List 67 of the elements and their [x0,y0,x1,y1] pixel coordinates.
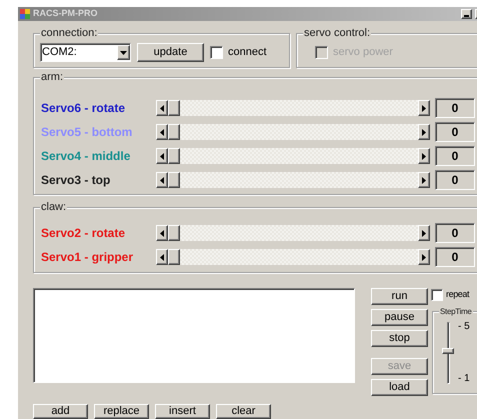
scroll-thumb[interactable] [168,100,180,116]
scroll-right-button[interactable] [418,225,430,241]
scroll-thumb[interactable] [168,172,180,188]
step-time-slider[interactable] [442,322,454,384]
left-arrow-icon [160,152,164,160]
scroll-right-button[interactable] [418,124,430,140]
slider-thumb[interactable] [442,348,454,354]
sequence-list[interactable] [33,288,355,383]
servo-label: Servo6 - rotate [41,100,126,117]
checkbox-label: connect [228,45,267,60]
button[interactable]: replace [94,404,149,419]
scroll-thumb[interactable] [168,249,180,265]
right-arrow-icon [422,128,426,136]
button[interactable]: stop [371,330,428,347]
right-arrow-icon [422,152,426,160]
port-dropdown[interactable]: COM2: [40,43,131,62]
servo-value: 0 [435,223,475,243]
left-arrow-icon [160,254,164,260]
button[interactable]: load [371,379,428,396]
port-value: COM2: [41,45,78,60]
dropdown-button[interactable] [117,45,130,60]
right-arrow-icon [422,104,426,112]
servo-value: 0 [435,122,475,142]
scroll-right-button[interactable] [418,172,430,188]
right-arrow-icon [422,254,426,260]
servo-label: Servo1 - gripper [41,249,134,266]
tick-label: - 1 [458,374,470,384]
scroll-thumb[interactable] [168,225,180,241]
left-arrow-icon [160,104,164,112]
minimize-button[interactable] [461,9,472,19]
scroll-right-button[interactable] [418,249,430,265]
app-icon [20,9,30,19]
checkbox[interactable] [210,46,223,59]
button[interactable]: insert [155,404,210,419]
servo-label: Servo4 - middle [41,148,132,165]
scroll-left-button[interactable] [156,148,168,164]
button[interactable]: update [137,43,204,62]
button[interactable]: run [371,288,428,305]
servo-label: Servo5 - bottom [41,124,134,141]
button[interactable]: pause [371,309,428,326]
scroll-thumb[interactable] [168,124,180,140]
button[interactable]: add [33,404,88,419]
tick-label: - 5 [458,322,470,332]
servo-value: 0 [435,170,475,190]
left-arrow-icon [160,176,164,184]
servo-label: Servo2 - rotate [41,225,126,242]
scroll-left-button[interactable] [156,225,168,241]
servo-value: 0 [435,146,475,166]
servo-value: 0 [435,98,475,118]
servo-label: Servo3 - top [41,172,112,189]
button[interactable]: clear [216,404,271,419]
scroll-left-button[interactable] [156,100,168,116]
left-arrow-icon [160,128,164,136]
right-arrow-icon [422,176,426,184]
right-arrow-icon [422,230,426,236]
scroll-right-button[interactable] [418,100,430,116]
window-title: RACS-PM-PRO [33,7,98,20]
scroll-left-button[interactable] [156,249,168,265]
scroll-thumb[interactable] [168,148,180,164]
caret-icon [120,50,127,54]
checkbox-label: repeat [446,288,470,301]
scroll-left-button[interactable] [156,172,168,188]
scroll-left-button[interactable] [156,124,168,140]
checkbox[interactable] [431,288,443,301]
scroll-right-button[interactable] [418,148,430,164]
left-arrow-icon [160,230,164,236]
servo-value: 0 [435,247,475,267]
